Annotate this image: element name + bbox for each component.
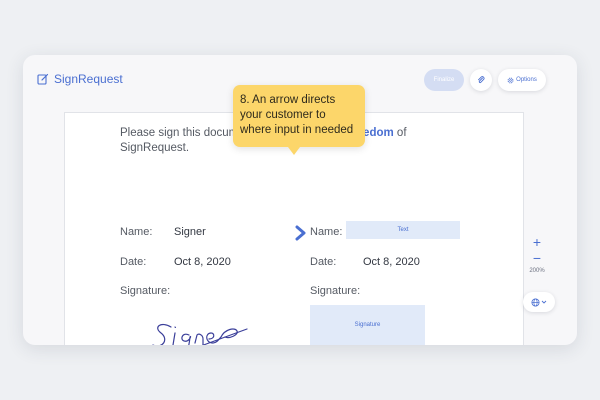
chevron-down-icon [541, 300, 547, 304]
text-input-field[interactable]: Text [346, 221, 460, 239]
intro-prefix: Please sign this docume [120, 127, 245, 139]
tutorial-tooltip: 8. An arrow directs your customer to whe… [233, 85, 365, 155]
brand-logo[interactable]: SignRequest [37, 71, 123, 87]
signature-input-field[interactable]: Signature [310, 305, 425, 345]
chevron-right-icon [295, 225, 306, 241]
left-signature-label: Signature: [120, 285, 171, 297]
attach-button[interactable] [470, 69, 492, 91]
language-button[interactable] [523, 292, 555, 312]
options-label: Options [516, 77, 537, 83]
globe-icon [531, 297, 540, 307]
right-date-value: Oct 8, 2020 [363, 256, 420, 268]
right-name-label: Name: [310, 226, 343, 238]
options-button[interactable]: Options [498, 69, 546, 91]
left-date-value: Oct 8, 2020 [174, 256, 231, 268]
paperclip-icon [478, 76, 485, 84]
handwritten-signature [152, 323, 248, 345]
intro-line2: SignRequest. [120, 142, 190, 154]
left-date-label: Date: [120, 256, 147, 268]
zoom-level: 200% [529, 268, 545, 274]
edit-document-icon [37, 73, 49, 85]
left-name-label: Name: [120, 226, 153, 238]
brand-name: SignRequest [54, 72, 123, 86]
zoom-out-button[interactable]: − [529, 250, 545, 266]
left-name-value: Signer [174, 226, 206, 238]
zoom-in-button[interactable]: + [529, 234, 545, 250]
right-date-label: Date: [310, 256, 337, 268]
gear-icon [507, 77, 514, 83]
right-signature-label: Signature: [310, 285, 361, 297]
intro-suffix: of [393, 127, 407, 139]
finalize-button[interactable]: Finalize [424, 69, 464, 91]
